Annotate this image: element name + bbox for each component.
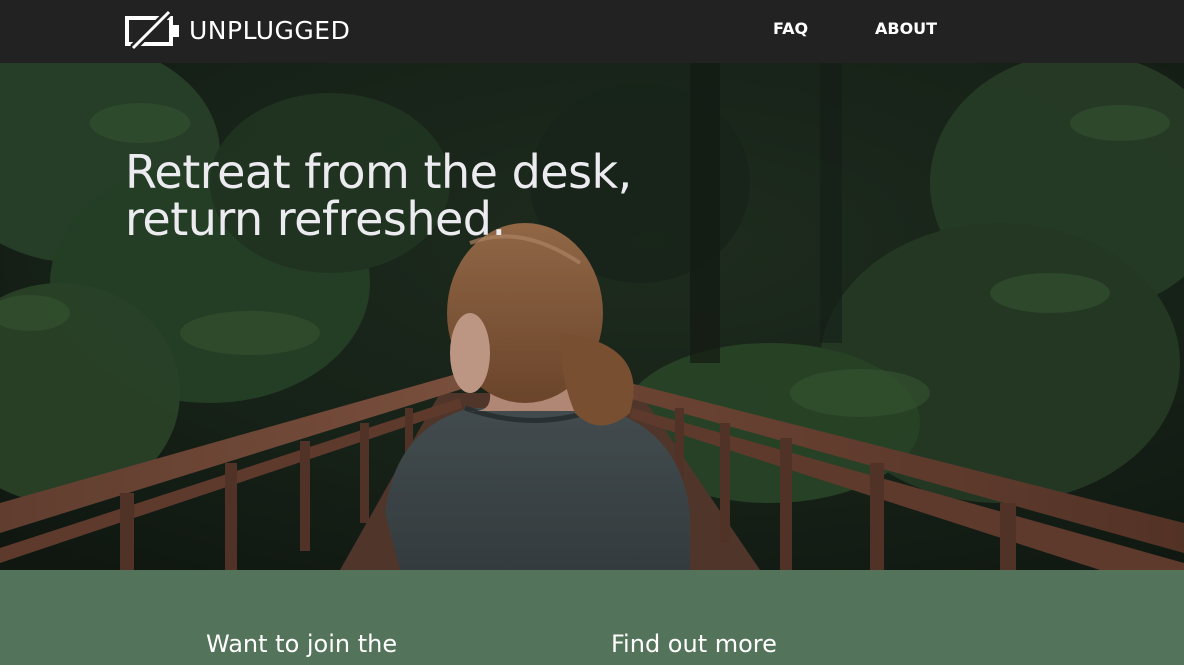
logo-link[interactable]: UNPLUGGED: [125, 10, 350, 50]
nav-faq-link[interactable]: FAQ: [773, 19, 808, 38]
hero-title-line1: Retreat from the desk,: [125, 145, 632, 199]
nav-about-link[interactable]: ABOUT: [875, 19, 937, 38]
hero-title: Retreat from the desk, return refreshed.: [125, 149, 765, 243]
woman-on-forest-bridge-photo: [0, 63, 1184, 570]
hero-title-line2: return refreshed.: [125, 192, 506, 246]
find-out-more-heading: Find out more: [611, 630, 777, 658]
site-header: UNPLUGGED FAQ ABOUT: [0, 0, 1184, 63]
logo-text: UNPLUGGED: [189, 15, 351, 45]
info-section: Want to join the Find out more: [0, 570, 1184, 665]
unplugged-battery-icon: [125, 10, 179, 50]
join-heading: Want to join the: [206, 630, 398, 658]
hero-section: Retreat from the desk, return refreshed.: [0, 63, 1184, 570]
